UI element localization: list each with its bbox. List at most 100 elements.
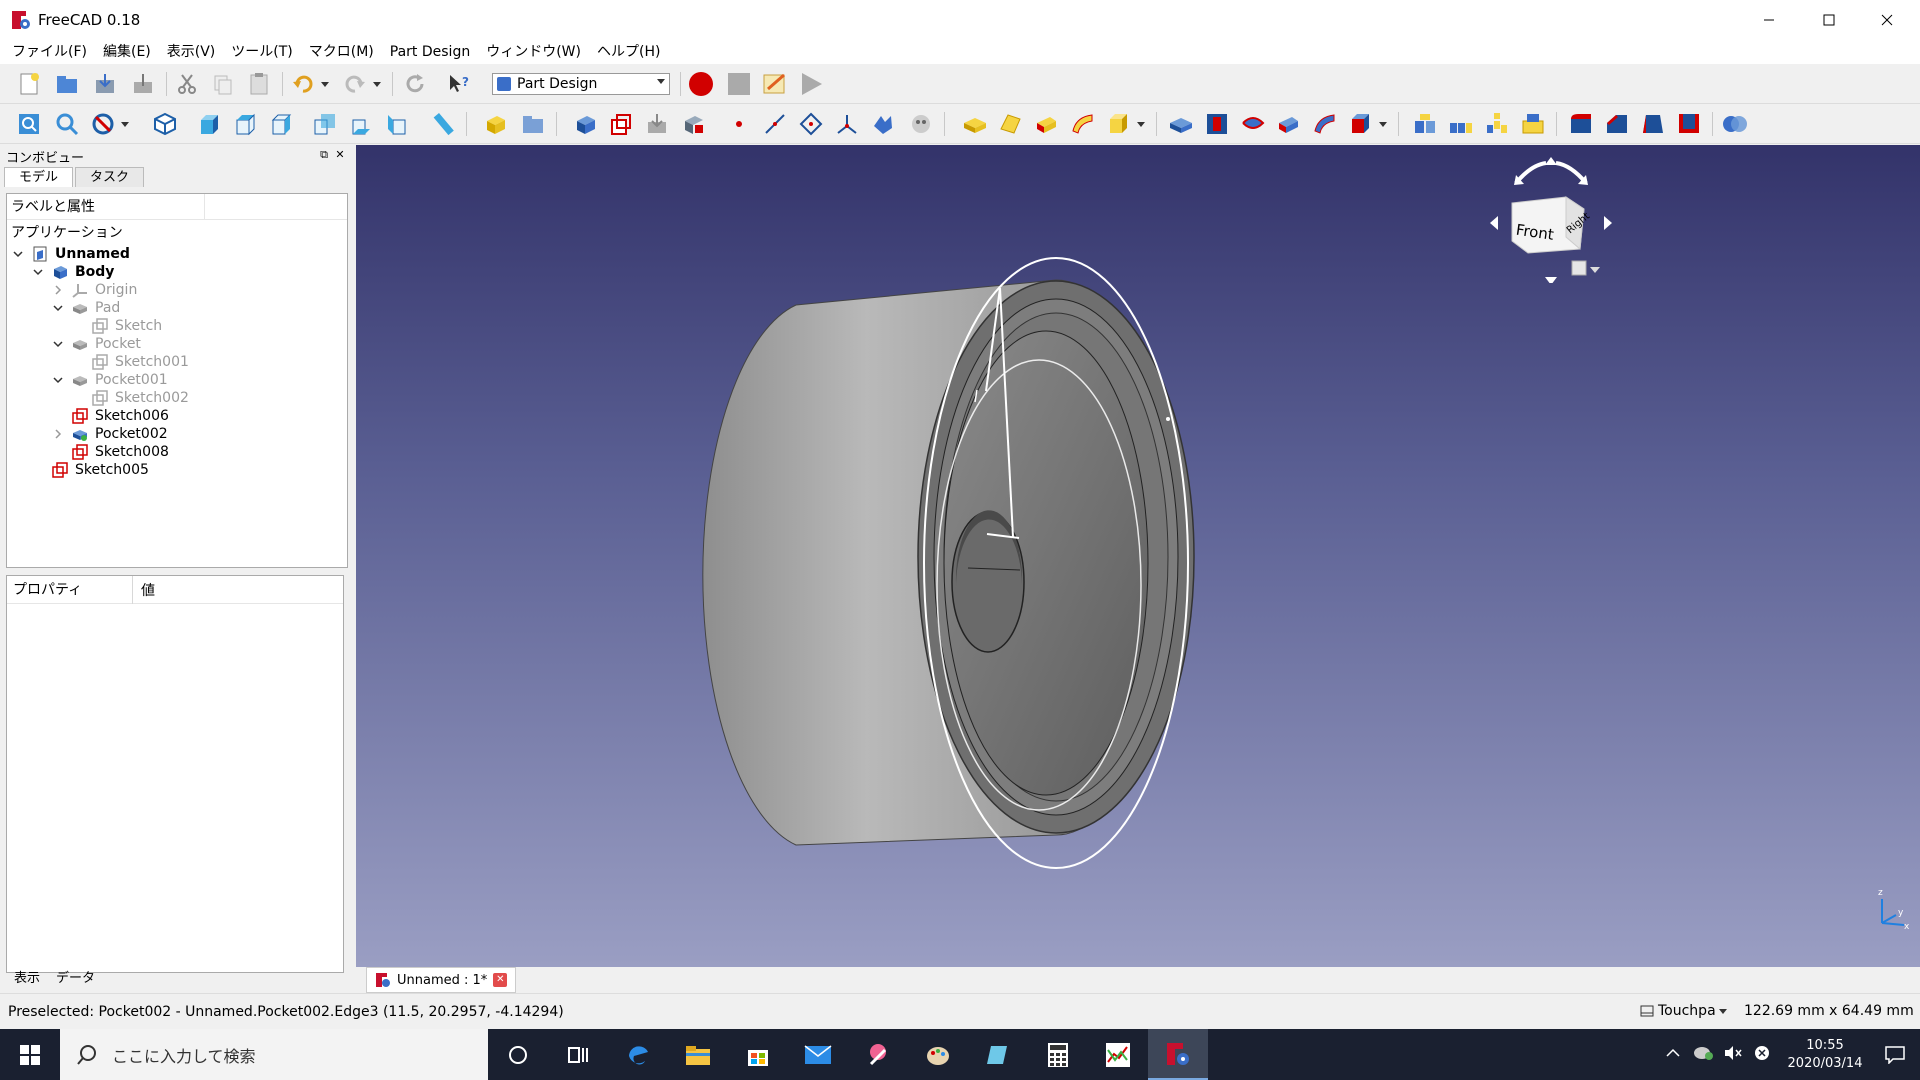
minimize-button[interactable]: [1740, 0, 1798, 40]
subtractive-pipe-icon[interactable]: [1310, 109, 1340, 139]
additive-loft-icon[interactable]: [1032, 109, 1062, 139]
polar-pattern-icon[interactable]: [1482, 109, 1512, 139]
save-as-icon[interactable]: [128, 69, 158, 99]
store-icon[interactable]: [728, 1029, 788, 1080]
tree-item-sketch005[interactable]: Sketch005: [51, 459, 149, 481]
create-sketch-icon[interactable]: [606, 109, 636, 139]
close-tab-icon[interactable]: ✕: [493, 973, 508, 987]
mail-icon[interactable]: [788, 1029, 848, 1080]
chevron-down-icon[interactable]: [51, 301, 65, 315]
menu-edit[interactable]: 編集(E): [95, 40, 159, 64]
chevron-up-icon[interactable]: [1666, 1047, 1680, 1062]
paint-icon[interactable]: [908, 1029, 968, 1080]
draw-style-icon[interactable]: [88, 109, 118, 139]
paste-icon[interactable]: [244, 69, 274, 99]
maximize-button[interactable]: [1800, 0, 1858, 40]
tab-data[interactable]: データ: [48, 970, 103, 988]
view-left-icon[interactable]: [382, 109, 412, 139]
taskbar-search[interactable]: ここに入力して検索: [60, 1029, 488, 1080]
undo-dropdown-icon[interactable]: [318, 69, 332, 99]
chevron-down-icon[interactable]: [11, 247, 25, 261]
create-body-icon[interactable]: [570, 109, 600, 139]
chevron-right-icon[interactable]: [51, 283, 65, 297]
speaker-muted-icon[interactable]: [1724, 1045, 1742, 1065]
refresh-icon[interactable]: [400, 69, 430, 99]
menu-window[interactable]: ウィンドウ(W): [478, 40, 589, 64]
workbench-selector[interactable]: Part Design: [492, 73, 670, 95]
draw-style-dropdown-icon[interactable]: [118, 109, 132, 139]
chevron-right-icon[interactable]: [51, 427, 65, 441]
revolution-icon[interactable]: [996, 109, 1026, 139]
datum-plane-icon[interactable]: [796, 109, 826, 139]
copy-icon[interactable]: [208, 69, 238, 99]
create-part-icon[interactable]: [480, 109, 510, 139]
undo-icon[interactable]: [288, 69, 318, 99]
thickness-icon[interactable]: [1674, 109, 1704, 139]
chevron-down-icon[interactable]: [31, 265, 45, 279]
macro-run-icon[interactable]: [796, 69, 826, 99]
subtractive-primitive-icon[interactable]: [1346, 109, 1376, 139]
draft-icon[interactable]: [1638, 109, 1668, 139]
macro-stop-icon[interactable]: [724, 69, 754, 99]
multi-transform-icon[interactable]: [1518, 109, 1548, 139]
3d-viewport[interactable]: Front Right z x y: [356, 145, 1920, 967]
clone-icon[interactable]: [868, 109, 898, 139]
macro-record-icon[interactable]: [686, 69, 716, 99]
validate-sketch-icon[interactable]: [642, 109, 672, 139]
redo-dropdown-icon[interactable]: [370, 69, 384, 99]
chart-app-icon[interactable]: [1088, 1029, 1148, 1080]
fit-selection-icon[interactable]: [52, 109, 82, 139]
file-explorer-icon[interactable]: [668, 1029, 728, 1080]
tab-model[interactable]: モデル: [4, 167, 74, 187]
datum-line-icon[interactable]: [760, 109, 790, 139]
freecad-taskbar-icon[interactable]: [1148, 1029, 1208, 1080]
edge-icon[interactable]: [608, 1029, 668, 1080]
pocket-icon[interactable]: [1166, 109, 1196, 139]
3d-model[interactable]: [356, 145, 1920, 967]
tab-tasks[interactable]: タスク: [75, 167, 145, 187]
snip-sketch-icon[interactable]: [848, 1029, 908, 1080]
menu-help[interactable]: ヘルプ(H): [589, 40, 668, 64]
groove-icon[interactable]: [1238, 109, 1268, 139]
view-right-icon[interactable]: [266, 109, 296, 139]
close-button[interactable]: [1858, 0, 1916, 40]
menu-view[interactable]: 表示(V): [159, 40, 224, 64]
cortana-icon[interactable]: [488, 1029, 548, 1080]
shape-binder-icon[interactable]: [678, 109, 708, 139]
notification-icon[interactable]: [1870, 1045, 1920, 1064]
calculator-icon[interactable]: [1028, 1029, 1088, 1080]
clock[interactable]: 10:55 2020/03/14: [1780, 1037, 1870, 1073]
cut-icon[interactable]: [172, 69, 202, 99]
close-panel-icon[interactable]: ✕: [334, 149, 346, 161]
hole-icon[interactable]: [1202, 109, 1232, 139]
chamfer-icon[interactable]: [1602, 109, 1632, 139]
subtractive-primitive-dropdown-icon[interactable]: [1376, 109, 1390, 139]
network-icon[interactable]: [1692, 1045, 1714, 1065]
additive-primitive-icon[interactable]: [1104, 109, 1134, 139]
navigation-style-selector[interactable]: Touchpa: [1640, 1003, 1728, 1019]
view-rear-icon[interactable]: [310, 109, 340, 139]
whats-this-icon[interactable]: ?: [444, 69, 474, 99]
view-bottom-icon[interactable]: [346, 109, 376, 139]
menu-macro[interactable]: マクロ(M): [301, 40, 382, 64]
subtractive-loft-icon[interactable]: [1274, 109, 1304, 139]
menu-file[interactable]: ファイル(F): [4, 40, 95, 64]
new-file-icon[interactable]: [14, 69, 44, 99]
sticky-app-icon[interactable]: [968, 1029, 1028, 1080]
navigation-cube[interactable]: Front Right: [1476, 153, 1626, 285]
redo-icon[interactable]: [340, 69, 370, 99]
additive-primitive-dropdown-icon[interactable]: [1134, 109, 1148, 139]
menu-part-design[interactable]: Part Design: [382, 40, 478, 64]
sub-shape-binder-icon[interactable]: [906, 109, 936, 139]
task-view-icon[interactable]: [548, 1029, 608, 1080]
view-isometric-icon[interactable]: [150, 109, 180, 139]
pad-icon[interactable]: [960, 109, 990, 139]
mirrored-icon[interactable]: [1410, 109, 1440, 139]
tab-view[interactable]: 表示: [6, 970, 48, 988]
datum-point-icon[interactable]: [724, 109, 754, 139]
tab-unnamed[interactable]: Unnamed : 1* ✕: [366, 967, 517, 993]
create-group-icon[interactable]: [518, 109, 548, 139]
linear-pattern-icon[interactable]: [1446, 109, 1476, 139]
start-button[interactable]: [0, 1029, 60, 1080]
menu-tools[interactable]: ツール(T): [223, 40, 300, 64]
